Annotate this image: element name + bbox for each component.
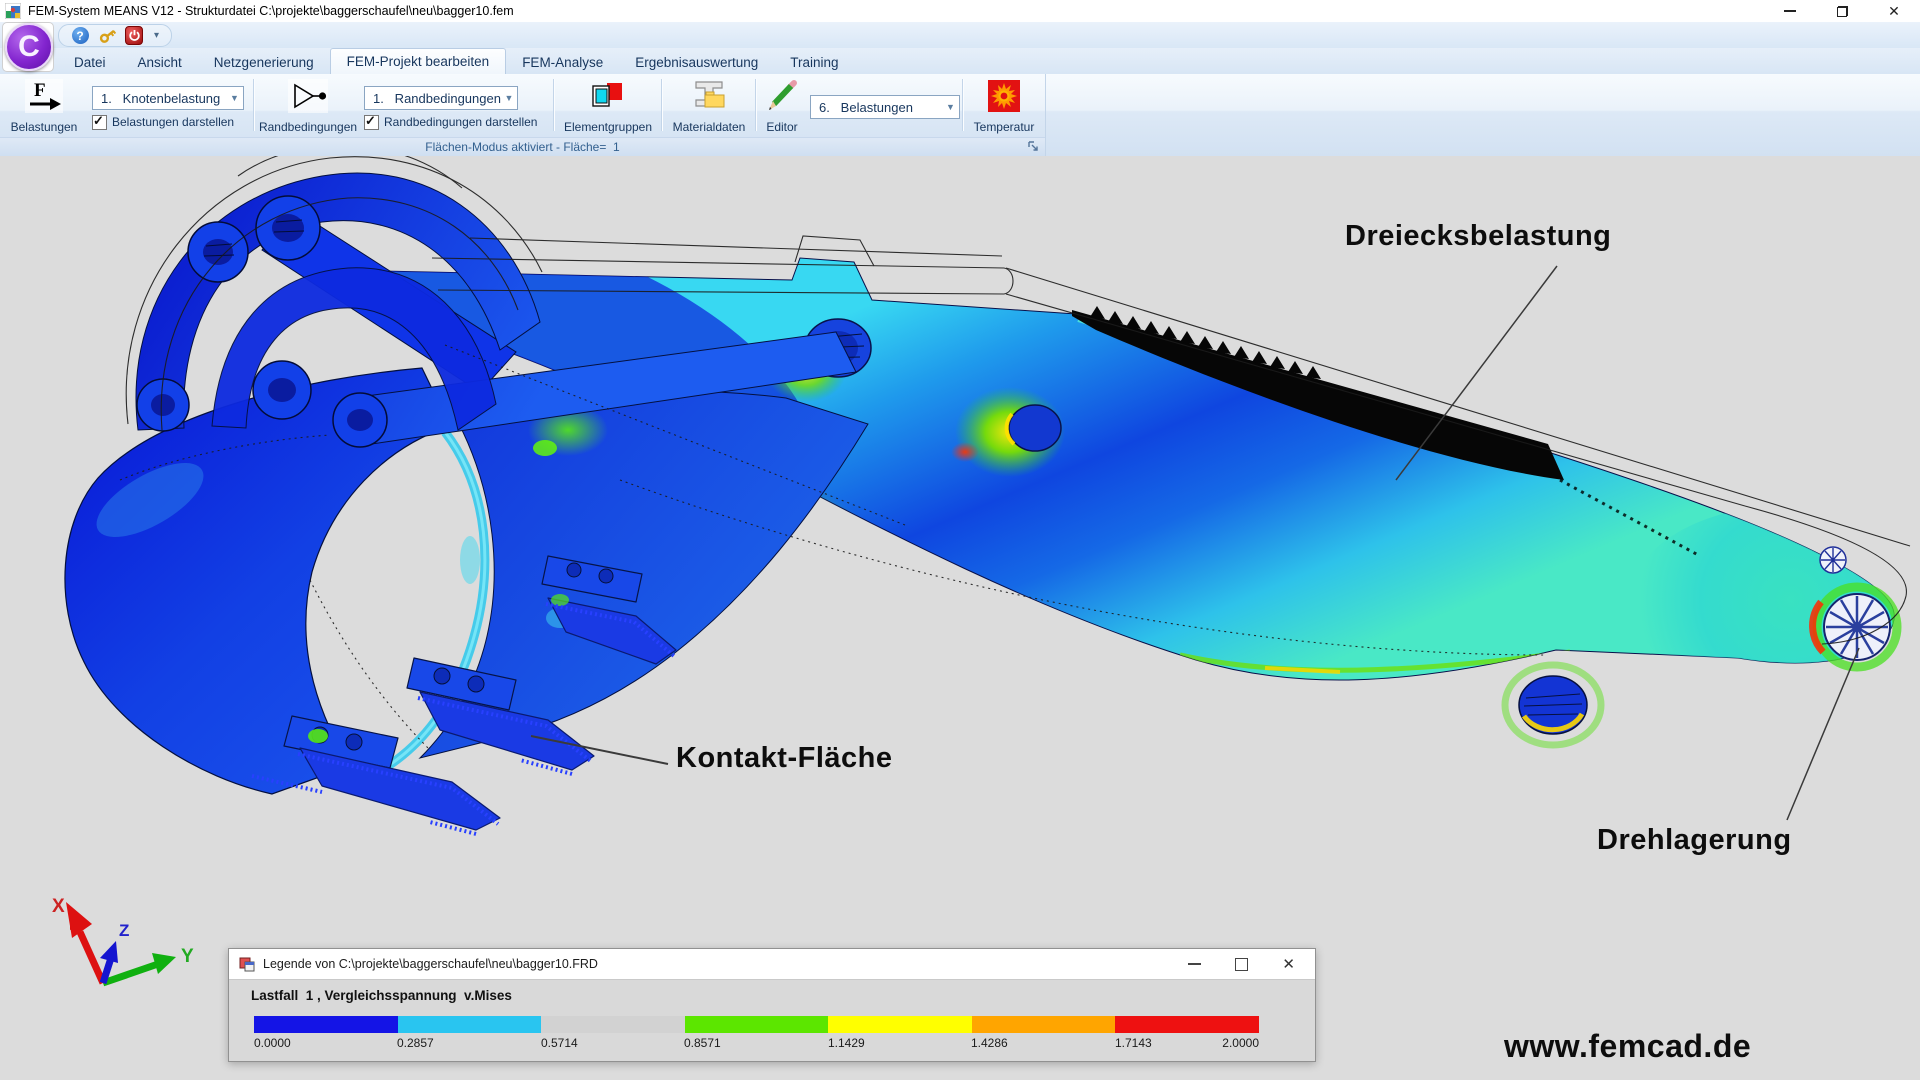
scale-segment — [541, 1016, 685, 1033]
chevron-down-icon: ▼ — [942, 102, 959, 112]
app-menu-button[interactable]: C — [5, 23, 53, 71]
window-title: FEM-System MEANS V12 - Strukturdatei C:\… — [28, 4, 514, 18]
quick-access-toolbar: C ? — [0, 22, 1920, 49]
title-bar: FEM-System MEANS V12 - Strukturdatei C:\… — [0, 0, 1920, 23]
tab-netzgenerierung[interactable]: Netzgenerierung — [198, 50, 330, 74]
application-window: FEM-System MEANS V12 - Strukturdatei C:\… — [0, 0, 1920, 1080]
dialog-launcher-icon[interactable] — [1027, 140, 1040, 153]
legend-caption: Lastfall 1 , Vergleichsspannung v.Mises — [251, 988, 512, 1003]
material-data-icon — [692, 79, 726, 111]
drehlagerung-leader — [1787, 648, 1859, 820]
checkbox-checked-icon: ✓ — [364, 115, 379, 130]
tab-training[interactable]: Training — [774, 50, 854, 74]
legend-window-icon — [239, 956, 255, 972]
elementgruppen-button[interactable]: Elementgruppen — [556, 76, 660, 136]
close-button[interactable]: ✕ — [1868, 0, 1920, 22]
tab-fem-projekt-bearbeiten[interactable]: FEM-Projekt bearbeiten — [330, 48, 507, 74]
power-icon[interactable] — [125, 27, 143, 45]
key-icon[interactable] — [98, 27, 116, 45]
belastungen-nummer-combobox[interactable]: 6. Belastungen ▼ — [810, 95, 960, 119]
quick-access-pill: ? — [58, 24, 172, 47]
small-spoked-hub — [1820, 547, 1846, 573]
knotenbelastung-combobox[interactable]: 1. Knotenbelastung ▼ — [92, 86, 244, 110]
temperatur-button[interactable]: Temperatur — [966, 76, 1042, 136]
legend-window[interactable]: Legende von C:\projekte\baggerschaufel\n… — [228, 948, 1316, 1062]
randbedingungen-darstellen-checkbox[interactable]: ✓ Randbedingungen darstellen — [364, 114, 537, 130]
stress-color-scale — [254, 1016, 1259, 1033]
axis-triad: X Z Y — [52, 896, 194, 983]
y-axis-arrow — [152, 953, 176, 974]
randbedingungen-button[interactable]: Randbedingungen — [258, 76, 358, 136]
app-icon — [5, 3, 21, 19]
scale-segment — [972, 1016, 1116, 1033]
z-axis-arrow — [100, 941, 118, 963]
mode-status-text: Flächen-Modus aktiviert - Fläche= 1 — [425, 140, 619, 154]
fem-model-canvas: X Z Y — [0, 156, 1920, 1080]
materialdaten-button[interactable]: Materialdaten — [664, 76, 754, 136]
svg-text:F: F — [34, 80, 46, 101]
restore-button[interactable] — [1816, 0, 1868, 22]
ribbon-tab-strip: Datei Ansicht Netzgenerierung FEM-Projek… — [0, 48, 1920, 74]
tab-fem-analyse[interactable]: FEM-Analyse — [506, 50, 619, 74]
scale-segment — [828, 1016, 972, 1033]
temperature-sun-icon — [987, 79, 1021, 113]
boundary-condition-icon — [288, 79, 328, 113]
scale-segment — [1115, 1016, 1259, 1033]
annotation-drehlagerung: Drehlagerung — [1597, 824, 1792, 857]
element-groups-icon — [591, 79, 625, 111]
belastungen-darstellen-checkbox[interactable]: ✓ Belastungen darstellen — [92, 114, 234, 130]
randbedingungen-combobox[interactable]: 1. Randbedingungen ▼ — [364, 86, 518, 110]
ribbon: F Belastungen 1. Knotenbelastung ▼ ✓ Bel… — [0, 74, 1920, 157]
watermark-femcad: www.femcad.de — [1504, 1028, 1751, 1065]
belastungen-button[interactable]: F Belastungen — [6, 76, 82, 136]
y-axis-label: Y — [181, 946, 194, 967]
z-axis-label: Z — [119, 921, 129, 940]
scale-segment — [685, 1016, 829, 1033]
tab-datei[interactable]: Datei — [58, 50, 122, 74]
legend-maximize-button[interactable] — [1235, 958, 1248, 971]
minimize-button[interactable] — [1764, 0, 1816, 22]
scale-tick-labels: 0.0000 0.2857 0.5714 0.8571 1.1429 1.428… — [254, 1036, 1259, 1051]
checkbox-checked-icon: ✓ — [92, 115, 107, 130]
tab-ansicht[interactable]: Ansicht — [122, 50, 198, 74]
tab-ergebnisauswertung[interactable]: Ergebnisauswertung — [619, 50, 774, 74]
help-icon[interactable]: ? — [71, 27, 89, 45]
legend-close-button[interactable]: ✕ — [1282, 957, 1295, 972]
legend-window-title: Legende von C:\projekte\baggerschaufel\n… — [263, 957, 598, 971]
pencil-icon — [766, 79, 798, 111]
annotation-dreiecksbelastung: Dreiecksbelastung — [1345, 220, 1611, 253]
scale-segment — [254, 1016, 398, 1033]
legend-title-bar[interactable]: Legende von C:\projekte\baggerschaufel\n… — [229, 949, 1315, 980]
x-axis-label: X — [52, 896, 65, 917]
model-viewport[interactable]: X Z Y Dreiecksbelastung Kontakt-Fläche D… — [0, 156, 1920, 1080]
qat-dropdown-icon[interactable]: ▾ — [154, 30, 159, 41]
legend-body: Lastfall 1 , Vergleichsspannung v.Mises … — [229, 980, 1315, 1061]
chevron-down-icon: ▼ — [226, 93, 243, 103]
annotation-kontakt-flaeche: Kontakt-Fläche — [676, 742, 892, 775]
chevron-down-icon: ▼ — [501, 93, 517, 103]
lower-pin-hole — [1505, 665, 1601, 745]
load-force-icon: F — [25, 79, 63, 113]
scale-segment — [398, 1016, 542, 1033]
editor-button[interactable]: Editor — [758, 76, 806, 136]
pivot-bearing — [1813, 587, 1897, 667]
legend-minimize-button[interactable] — [1188, 963, 1201, 965]
ribbon-group-caption: Flächen-Modus aktiviert - Fläche= 1 — [0, 137, 1045, 156]
